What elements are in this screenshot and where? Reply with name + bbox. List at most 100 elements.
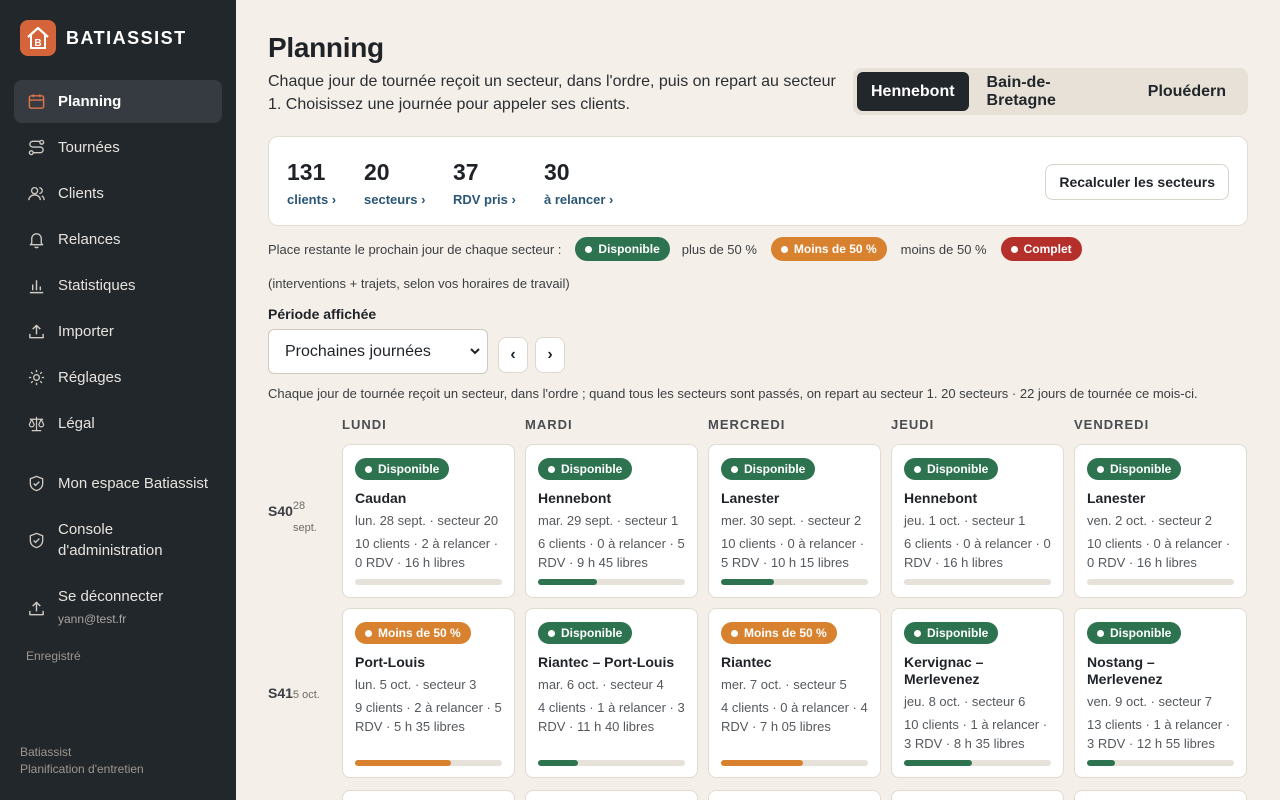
- stat-secteurs[interactable]: 20 secteurs ›: [364, 159, 425, 207]
- sidebar-item-legal[interactable]: Légal: [14, 402, 222, 445]
- next-period-button[interactable]: ›: [535, 337, 565, 373]
- sector-name: Lanester: [721, 490, 780, 506]
- stat-clients[interactable]: 131 clients ›: [287, 159, 336, 207]
- legend-note: (interventions + trajets, selon vos hora…: [268, 276, 570, 291]
- day-card[interactable]: Disponible Hennebont mar. 29 sept. · sec…: [525, 444, 698, 598]
- capacity-fill: [721, 760, 804, 766]
- capacity-bar: [1087, 760, 1234, 766]
- day-card[interactable]: [1074, 790, 1247, 800]
- status-label: Disponible: [1110, 462, 1172, 476]
- week-month: sept.: [293, 522, 317, 534]
- sector-name: Hennebont: [904, 490, 978, 506]
- stat-value: 30: [544, 159, 570, 185]
- stat-value: 131: [287, 159, 326, 185]
- sidebar-item-logout[interactable]: Se déconnecter yann@test.fr: [14, 584, 222, 632]
- user-email: yann@test.fr: [58, 612, 127, 626]
- period-help: Chaque jour de tournée reçoit un secteur…: [268, 386, 1198, 401]
- week-number: S40: [268, 503, 293, 519]
- capacity-bar: [721, 579, 868, 585]
- calendar-icon: [26, 92, 46, 112]
- sidebar-item-relances[interactable]: Relances: [14, 218, 222, 261]
- status-badge: Disponible: [538, 458, 633, 480]
- sidebar-item-planning[interactable]: Planning: [14, 80, 222, 123]
- status-label: Disponible: [744, 462, 806, 476]
- sidebar-item-label: Réglages: [58, 369, 122, 386]
- tab-bain-de-bretagne[interactable]: Bain-de-Bretagne: [973, 72, 1130, 111]
- tab-hennebont[interactable]: Hennebont: [857, 72, 969, 111]
- stat-link[interactable]: secteurs ›: [364, 192, 425, 207]
- day-header-thursday: JEUDI: [891, 417, 935, 432]
- sector-date: ven. 2 oct. · secteur 2: [1087, 513, 1213, 528]
- day-card[interactable]: Disponible Caudan lun. 28 sept. · secteu…: [342, 444, 515, 598]
- stat-link[interactable]: à relancer ›: [544, 192, 613, 207]
- console-line-1: Console: [58, 521, 114, 538]
- stat-rdv[interactable]: 37 RDV pris ›: [453, 159, 516, 207]
- day-card[interactable]: Disponible Hennebont jeu. 1 oct. · secte…: [891, 444, 1064, 598]
- sidebar: B BATIASSIST Planning Tournées Clients R…: [0, 0, 236, 800]
- day-card[interactable]: Moins de 50 % Riantec mer. 7 oct. · sect…: [708, 608, 881, 778]
- bar-chart-icon: [26, 276, 46, 296]
- status-label: Moins de 50 %: [744, 626, 827, 640]
- previous-period-button[interactable]: ‹: [498, 337, 528, 373]
- period-select[interactable]: Prochaines journées: [268, 329, 488, 374]
- capacity-fill: [538, 579, 597, 585]
- sidebar-item-reglages[interactable]: Réglages: [14, 356, 222, 399]
- day-card[interactable]: [891, 790, 1064, 800]
- sidebar-item-statistiques[interactable]: Statistiques: [14, 264, 222, 307]
- status-badge: Disponible: [1087, 458, 1182, 480]
- saved-status: Enregistré: [26, 649, 81, 663]
- day-card[interactable]: [525, 790, 698, 800]
- page-intro: Chaque jour de tournée reçoit un secteur…: [268, 73, 836, 113]
- sector-date: lun. 28 sept. · secteur 20: [355, 513, 499, 528]
- legend-intro: Place restante le prochain jour de chaqu…: [268, 241, 562, 257]
- status-label: Disponible: [561, 626, 623, 640]
- sidebar-item-console[interactable]: Console d'administration: [14, 516, 222, 564]
- day-card[interactable]: Disponible Riantec – Port-Louis mar. 6 o…: [525, 608, 698, 778]
- sector-details: 6 clients · 0 à relancer · 0 RDV · 16 h …: [904, 536, 1051, 570]
- period-label: Période affichée: [268, 306, 377, 322]
- recalculate-sectors-button[interactable]: Recalculer les secteurs: [1045, 164, 1229, 200]
- shield-check-icon: [26, 474, 46, 494]
- sector-details: 10 clients · 0 à relancer · 5 RDV · 10 h…: [721, 536, 865, 570]
- capacity-bar: [355, 760, 502, 766]
- stat-link[interactable]: clients ›: [287, 192, 336, 207]
- day-card[interactable]: Disponible Lanester ven. 2 oct. · secteu…: [1074, 444, 1247, 598]
- day-card[interactable]: Disponible Kervignac – Merlevenez jeu. 8…: [891, 608, 1064, 778]
- legend-available-badge: Disponible: [575, 237, 670, 261]
- stat-relancer[interactable]: 30 à relancer ›: [544, 159, 613, 207]
- sector-date: jeu. 8 oct. · secteur 6: [904, 694, 1026, 709]
- sector-date: mar. 6 oct. · secteur 4: [538, 677, 664, 692]
- status-label: Moins de 50 %: [378, 626, 461, 640]
- brand[interactable]: B BATIASSIST: [20, 20, 187, 56]
- brand-logo-icon: B: [20, 20, 56, 56]
- day-card[interactable]: [342, 790, 515, 800]
- footer-app-name: Batiassist: [20, 745, 72, 759]
- brand-logo-letter: B: [34, 38, 41, 49]
- sidebar-item-mon-espace[interactable]: Mon espace Batiassist: [14, 462, 222, 505]
- day-card[interactable]: [708, 790, 881, 800]
- day-card[interactable]: Disponible Lanester mer. 30 sept. · sect…: [708, 444, 881, 598]
- sector-details: 10 clients · 0 à relancer · 0 RDV · 16 h…: [1087, 536, 1231, 570]
- capacity-bar: [538, 579, 685, 585]
- day-card[interactable]: Disponible Nostang – Merlevenez ven. 9 o…: [1074, 608, 1247, 778]
- agency-switcher: Hennebont Bain-de-Bretagne Plouédern: [853, 68, 1248, 115]
- sidebar-item-importer[interactable]: Importer: [14, 310, 222, 353]
- sector-name: Hennebont: [538, 490, 612, 506]
- legend-full-badge: Complet: [1000, 237, 1082, 261]
- sidebar-item-tournees[interactable]: Tournées: [14, 126, 222, 169]
- sector-date: mer. 30 sept. · secteur 2: [721, 513, 862, 528]
- sector-name: Riantec – Port-Louis: [538, 654, 675, 670]
- status-badge: Disponible: [1087, 622, 1182, 644]
- sun-gear-icon: [26, 368, 46, 388]
- logout-text: Se déconnecter yann@test.fr: [58, 586, 163, 630]
- stat-link[interactable]: RDV pris ›: [453, 192, 516, 207]
- tab-plouedern[interactable]: Plouédern: [1134, 72, 1240, 111]
- day-card[interactable]: Moins de 50 % Port-Louis lun. 5 oct. · s…: [342, 608, 515, 778]
- capacity-bar: [538, 760, 685, 766]
- sector-name: Nostang – Merlevenez: [1087, 654, 1163, 687]
- sidebar-footer: Batiassist Planification d'entretien: [20, 744, 144, 778]
- day-header-monday: LUNDI: [342, 417, 387, 432]
- status-badge: Disponible: [721, 458, 816, 480]
- sidebar-item-clients[interactable]: Clients: [14, 172, 222, 215]
- capacity-fill: [355, 760, 451, 766]
